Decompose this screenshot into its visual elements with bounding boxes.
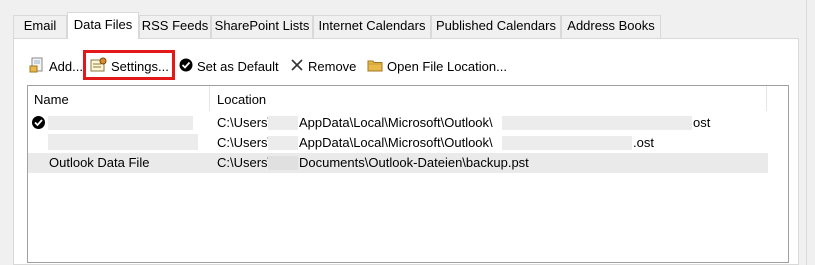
set-as-default-button[interactable]: Set as Default (179, 54, 279, 78)
tab-label: Email (23, 18, 57, 33)
remove-label: Remove (308, 58, 357, 74)
redacted-name (48, 134, 198, 150)
default-checkmark-icon (32, 116, 45, 129)
column-divider (209, 86, 210, 111)
location-middle: AppData\Local\Microsoft\Outlook\ (299, 115, 493, 130)
location-prefix: C:\Users\ (217, 135, 272, 150)
checkmark-circle-icon (179, 58, 193, 75)
folder-icon (367, 58, 383, 75)
open-file-location-label: Open File Location... (387, 58, 507, 74)
redacted-filename (502, 116, 692, 130)
tab-label: RSS Feeds (141, 18, 209, 33)
tab-email[interactable]: Email (13, 15, 67, 38)
list-row[interactable]: C:\Users\ AppData\Local\Microsoft\Outloo… (28, 133, 768, 153)
redacted-filename (502, 136, 632, 150)
remove-button[interactable]: Remove (290, 54, 356, 78)
tab-label: SharePoint Lists (214, 18, 310, 33)
list-row[interactable]: Outlook Data File C:\Users\ Documents\Ou… (28, 153, 768, 173)
set-as-default-label: Set as Default (197, 58, 279, 74)
tab-label: Published Calendars (436, 18, 556, 33)
redacted-username (268, 136, 298, 150)
data-files-list[interactable]: Name Location C:\Users\ AppData\Local\Mi… (27, 85, 789, 263)
add-label: Add... (49, 58, 83, 74)
add-file-icon (29, 57, 45, 76)
location-path: Documents\Outlook-Dateien\backup.pst (299, 155, 529, 170)
data-file-name: Outlook Data File (49, 155, 150, 170)
tab-rss-feeds[interactable]: RSS Feeds (139, 15, 211, 38)
column-header-location[interactable]: Location (217, 92, 266, 107)
column-header-name[interactable]: Name (34, 92, 69, 107)
list-row[interactable]: C:\Users\ AppData\Local\Microsoft\Outloo… (28, 113, 768, 133)
tab-sharepoint-lists[interactable]: SharePoint Lists (211, 15, 313, 38)
tab-published-calendars[interactable]: Published Calendars (431, 15, 561, 38)
tab-strip: Email Data Files RSS Feeds SharePoint Li… (0, 0, 815, 39)
add-button[interactable]: Add... (29, 54, 83, 78)
dialog-edge (806, 0, 807, 265)
location-prefix: C:\Users\ (217, 115, 272, 130)
close-icon (290, 58, 304, 75)
highlight-box (83, 50, 175, 80)
location-suffix: ost (693, 115, 711, 130)
redacted-username (268, 116, 298, 130)
tab-label: Internet Calendars (318, 18, 426, 33)
tab-address-books[interactable]: Address Books (561, 15, 661, 38)
tab-internet-calendars[interactable]: Internet Calendars (313, 15, 431, 38)
open-file-location-button[interactable]: Open File Location... (367, 54, 507, 78)
location-prefix: C:\Users\ (217, 155, 272, 170)
tab-label: Data Files (73, 17, 133, 32)
tab-data-files[interactable]: Data Files (67, 12, 139, 39)
redacted-username (268, 156, 298, 170)
tab-label: Address Books (567, 18, 655, 33)
redacted-name (48, 116, 193, 130)
location-middle: AppData\Local\Microsoft\Outlook\ (299, 135, 493, 150)
location-suffix: .ost (633, 135, 654, 150)
column-divider (766, 86, 767, 111)
